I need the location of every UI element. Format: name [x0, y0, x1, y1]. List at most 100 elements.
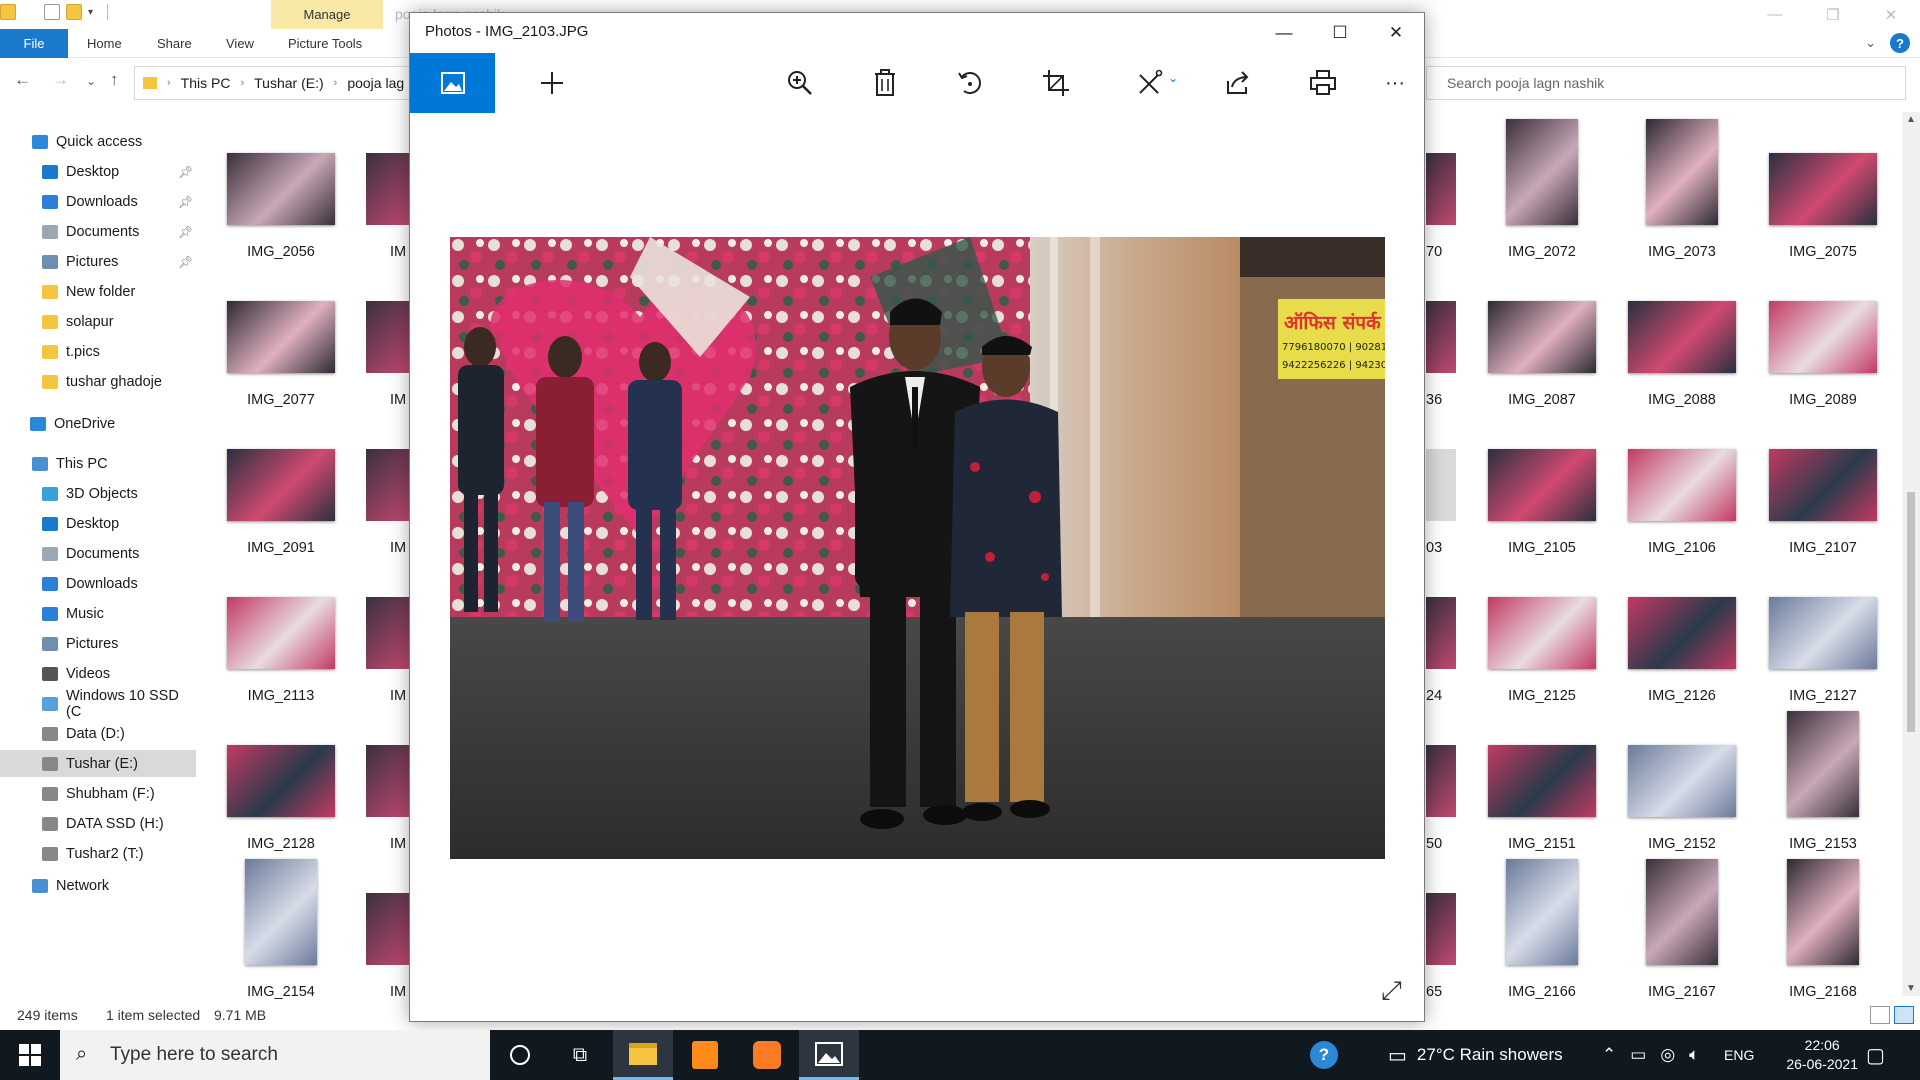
breadcrumb-folder[interactable]: pooja lag	[347, 75, 404, 91]
tab-file[interactable]: File	[0, 29, 68, 58]
thumbnail	[1769, 597, 1877, 669]
file-tile[interactable]: IMG_2128	[216, 709, 346, 852]
partial-thumbnail[interactable]	[366, 449, 409, 521]
partial-thumbnail[interactable]	[366, 301, 409, 373]
forward-arrow-icon[interactable]: →	[52, 70, 69, 90]
file-tile[interactable]: IMG_2091	[216, 413, 346, 556]
file-tile[interactable]: IMG_2127	[1758, 561, 1888, 704]
partial-thumbnail[interactable]	[1426, 153, 1456, 225]
vertical-scrollbar[interactable]: ▲ ▼	[1902, 112, 1920, 996]
partial-thumbnail[interactable]	[366, 745, 409, 817]
full-screen-icon[interactable]: ⤢	[1381, 975, 1402, 1007]
scroll-down-icon[interactable]: ▼	[1906, 983, 1916, 994]
partial-thumbnail[interactable]	[1426, 449, 1456, 521]
up-arrow-icon[interactable]: ↑	[110, 70, 119, 90]
minimize-icon[interactable]: —	[1746, 0, 1804, 29]
search-input[interactable]: Search pooja lagn nashik	[1426, 66, 1906, 100]
file-name: IMG_2153	[1789, 836, 1857, 852]
file-tile[interactable]: IMG_2154	[216, 857, 346, 1000]
taskbar-file-explorer[interactable]	[613, 1030, 673, 1080]
file-tile[interactable]: IMG_2072	[1477, 117, 1607, 260]
language-indicator[interactable]: ENG	[1724, 1030, 1754, 1080]
taskbar-sublime-text[interactable]	[675, 1030, 735, 1080]
speaker-icon[interactable]: 🔈︎	[1689, 1045, 1699, 1065]
notifications-icon[interactable]: ▢	[1866, 1030, 1885, 1080]
breadcrumb-drive[interactable]: Tushar (E:)	[254, 75, 324, 91]
more-options-button[interactable]: ···	[1369, 53, 1421, 113]
file-tile[interactable]: IMG_2106	[1617, 413, 1747, 556]
file-tile[interactable]: IMG_2087	[1477, 265, 1607, 408]
file-tile[interactable]: IMG_2056	[216, 117, 346, 260]
cortana-button[interactable]	[490, 1030, 550, 1080]
partial-thumbnail[interactable]	[1426, 597, 1456, 669]
file-tile[interactable]: IMG_2153	[1758, 709, 1888, 852]
back-arrow-icon[interactable]: ←	[14, 70, 31, 90]
expand-ribbon-icon[interactable]: ⌄	[1865, 35, 1876, 51]
scroll-up-icon[interactable]: ▲	[1906, 114, 1916, 125]
file-tile[interactable]: IMG_2077	[216, 265, 346, 408]
file-tile[interactable]: IMG_2105	[1477, 413, 1607, 556]
thumbnail	[1488, 597, 1596, 669]
rotate-button[interactable]	[944, 53, 996, 113]
tab-view[interactable]: View	[226, 29, 254, 58]
delete-button[interactable]	[859, 53, 911, 113]
file-tile[interactable]: IMG_2089	[1758, 265, 1888, 408]
maximize-icon[interactable]: ☐	[1312, 13, 1368, 53]
help-icon[interactable]: ?	[1890, 33, 1910, 53]
help-tray[interactable]: ?	[1310, 1030, 1338, 1080]
print-button[interactable]	[1297, 53, 1349, 113]
partial-thumbnail[interactable]	[366, 893, 409, 965]
start-button[interactable]	[0, 1030, 60, 1080]
scrollbar-thumb[interactable]	[1907, 492, 1915, 732]
file-tile[interactable]: IMG_2166	[1477, 857, 1607, 1000]
file-tile[interactable]: IMG_2167	[1617, 857, 1747, 1000]
taskbar-photos[interactable]	[799, 1030, 859, 1080]
partial-thumbnail[interactable]	[1426, 301, 1456, 373]
file-tile[interactable]: IMG_2073	[1617, 117, 1747, 260]
weather-widget[interactable]: ▭ 27°C Rain showers	[1388, 1030, 1563, 1080]
network-globe-icon[interactable]: ◎	[1660, 1045, 1675, 1065]
file-tile[interactable]: IMG_2113	[216, 561, 346, 704]
large-icons-view-icon[interactable]	[1894, 1006, 1914, 1024]
battery-icon[interactable]: ▭	[1630, 1045, 1646, 1065]
partial-thumbnail[interactable]	[366, 153, 409, 225]
address-field[interactable]: › This PC › Tushar (E:) › pooja lag	[134, 66, 424, 100]
restore-icon[interactable]: ❐	[1804, 0, 1862, 29]
close-icon[interactable]: ✕	[1368, 13, 1424, 53]
zoom-button[interactable]	[774, 53, 826, 113]
tab-picture-tools[interactable]: Picture Tools	[288, 29, 362, 58]
file-tile[interactable]: IMG_2151	[1477, 709, 1607, 852]
file-tile[interactable]: IMG_2126	[1617, 561, 1747, 704]
customize-qat-icon[interactable]: ▾	[88, 7, 93, 18]
add-to-button[interactable]	[526, 53, 578, 113]
file-tile[interactable]: IMG_2088	[1617, 265, 1747, 408]
crop-button[interactable]	[1030, 53, 1082, 113]
partial-thumbnail[interactable]	[1426, 893, 1456, 965]
details-view-icon[interactable]	[1870, 1006, 1890, 1024]
file-tile[interactable]: IMG_2168	[1758, 857, 1888, 1000]
partial-thumbnail[interactable]	[1426, 745, 1456, 817]
minimize-icon[interactable]: —	[1256, 13, 1312, 53]
edit-create-button[interactable]: ⌄	[1125, 53, 1189, 113]
share-button[interactable]	[1212, 53, 1264, 113]
file-tile[interactable]: IMG_2152	[1617, 709, 1747, 852]
partial-thumbnail[interactable]	[366, 597, 409, 669]
task-view-button[interactable]: ⧉	[550, 1030, 610, 1080]
recent-locations-icon[interactable]: ⌄	[86, 74, 96, 88]
chevron-up-icon[interactable]: ⌃	[1602, 1045, 1616, 1065]
file-tile[interactable]: IMG_2107	[1758, 413, 1888, 556]
taskbar-xampp[interactable]	[737, 1030, 797, 1080]
see-all-photos-button[interactable]	[410, 53, 495, 113]
taskbar-search-input[interactable]: ⌕ Type here to search	[60, 1030, 490, 1080]
manage-context-tab[interactable]: Manage	[271, 0, 383, 29]
file-tile[interactable]: IMG_2075	[1758, 117, 1888, 260]
tab-share[interactable]: Share	[157, 29, 192, 58]
close-icon[interactable]: ✕	[1862, 0, 1920, 29]
file-tile[interactable]: IMG_2125	[1477, 561, 1607, 704]
clock[interactable]: 22:06 26-06-2021	[1786, 1036, 1858, 1074]
breadcrumb-this-pc[interactable]: This PC	[181, 75, 231, 91]
tab-home[interactable]: Home	[87, 29, 122, 58]
properties-icon[interactable]	[44, 4, 60, 20]
new-folder-icon[interactable]	[66, 4, 82, 20]
photo-image[interactable]: ऑफिस संपर्क 7796180070 | 90281050 942225…	[450, 237, 1385, 859]
